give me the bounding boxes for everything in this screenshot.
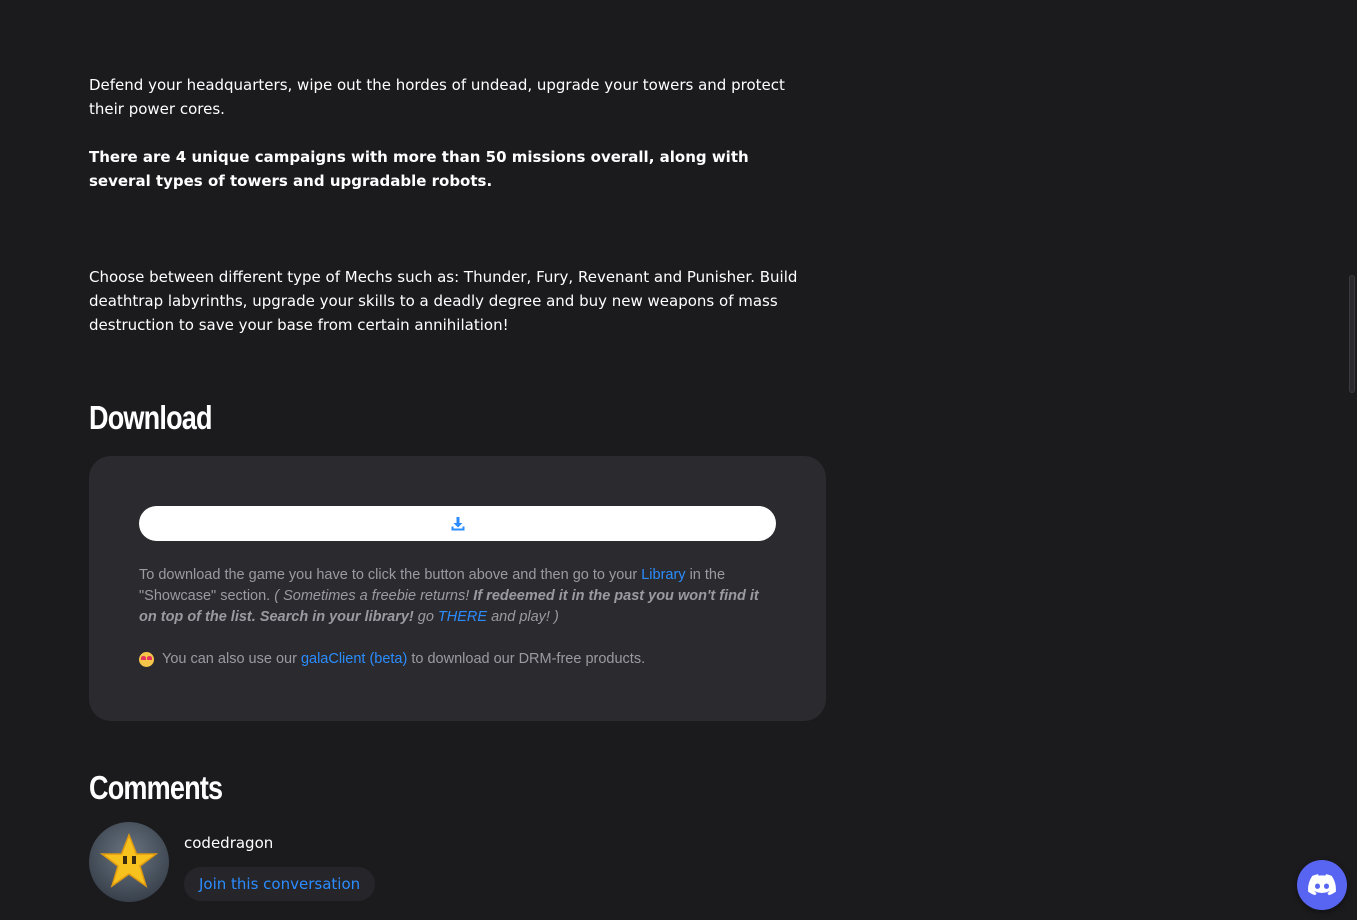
instructions-text-1: To download the game you have to click t…	[139, 567, 642, 583]
comments-heading: Comments	[89, 769, 223, 806]
description-paragraph-1: Defend your headquarters, wipe out the h…	[89, 73, 809, 121]
scrollbar-thumb[interactable]	[1349, 275, 1355, 393]
heart-eyes-emoji-icon	[139, 652, 154, 667]
galaclient-note: You can also use our galaClient (beta) t…	[139, 649, 769, 670]
download-heading: Download	[89, 399, 213, 436]
discord-button[interactable]	[1297, 860, 1347, 910]
comment-username[interactable]: codedragon	[184, 833, 273, 853]
galaclient-text-2: to download our DRM-free products.	[407, 651, 646, 667]
galaclient-link[interactable]: galaClient (beta)	[301, 651, 407, 667]
page: Defend your headquarters, wipe out the h…	[0, 0, 1357, 920]
star-avatar-icon	[99, 832, 159, 888]
library-link[interactable]: Library	[641, 567, 685, 583]
download-instructions: To download the game you have to click t…	[139, 565, 769, 628]
instructions-italic-2: go	[413, 609, 438, 625]
join-conversation-button[interactable]: Join this conversation	[184, 867, 376, 901]
download-button[interactable]	[139, 506, 776, 541]
description-text-2: There are 4 unique campaigns with more t…	[89, 148, 749, 190]
there-link[interactable]: THERE	[438, 609, 487, 625]
description-text-3: Choose between different type of Mechs s…	[89, 268, 798, 334]
instructions-italic-1: ( Sometimes a freebie returns!	[274, 588, 474, 604]
avatar[interactable]	[89, 822, 169, 902]
download-panel: To download the game you have to click t…	[89, 456, 826, 721]
download-icon	[451, 516, 464, 530]
discord-icon	[1308, 874, 1336, 896]
description-paragraph-2: There are 4 unique campaigns with more t…	[89, 145, 809, 193]
instructions-italic-3: and play! )	[487, 609, 559, 625]
description-text-1: Defend your headquarters, wipe out the h…	[89, 76, 785, 118]
galaclient-text-1: You can also use our	[162, 651, 301, 667]
description-paragraph-3: Choose between different type of Mechs s…	[89, 265, 809, 337]
galaclient-text: You can also use our galaClient (beta) t…	[162, 649, 645, 670]
